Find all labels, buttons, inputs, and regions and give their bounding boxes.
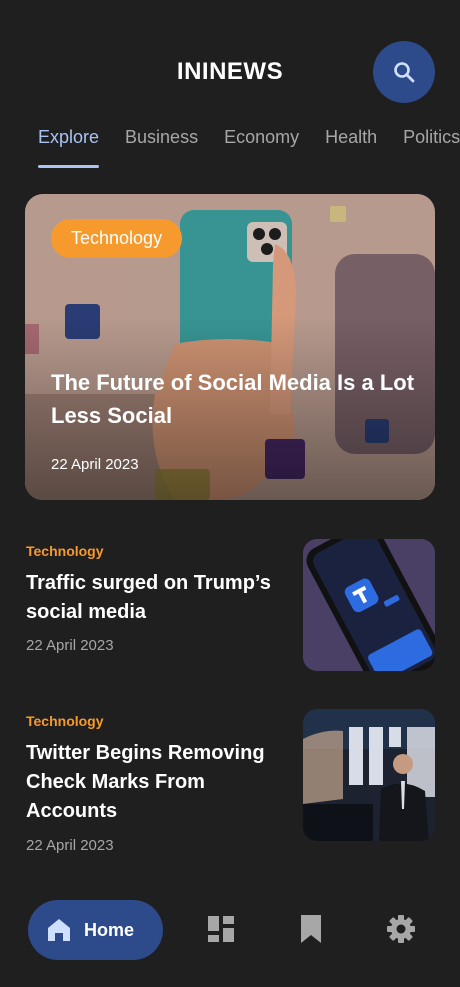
tab-explore[interactable]: Explore: [38, 126, 100, 168]
dashboard-icon: [208, 916, 234, 942]
featured-article-date: 22 April 2023: [51, 456, 139, 473]
list-item[interactable]: Technology Traffic surged on Trump’s soc…: [26, 539, 435, 671]
nav-dashboard-button[interactable]: [205, 913, 237, 945]
tab-economy[interactable]: Economy: [224, 126, 299, 168]
article-title: Traffic surged on Trump’s social media: [26, 572, 271, 623]
article-category: Technology: [26, 543, 104, 559]
article-date: 22 April 2023: [26, 637, 114, 654]
tab-business[interactable]: Business: [125, 126, 198, 168]
tab-health[interactable]: Health: [325, 126, 377, 168]
category-tabs: Explore Business Economy Health Politics: [38, 126, 460, 170]
nav-bookmark-button[interactable]: [295, 913, 327, 945]
app-header: ININEWS: [0, 40, 460, 104]
nav-settings-button[interactable]: [385, 913, 417, 945]
article-category: Technology: [26, 713, 104, 729]
search-icon: [394, 62, 415, 83]
article-title: Twitter Begins Removing Check Marks From…: [26, 742, 265, 822]
featured-article-card[interactable]: Technology The Future of Social Media Is…: [25, 194, 435, 500]
list-item[interactable]: Technology Twitter Begins Removing Check…: [26, 709, 435, 854]
nav-home-label: Home: [84, 919, 135, 940]
article-thumbnail: [303, 709, 435, 841]
home-icon: [48, 919, 70, 941]
featured-category-badge[interactable]: Technology: [51, 219, 183, 258]
search-button[interactable]: [373, 41, 435, 103]
featured-article-title: The Future of Social Media Is a Lot Less…: [51, 370, 415, 428]
nav-home-button[interactable]: Home: [28, 900, 163, 960]
settings-icon: [387, 915, 415, 943]
tab-politics[interactable]: Politics: [403, 126, 460, 168]
article-thumbnail: [303, 539, 435, 671]
bottom-navigation: Home: [0, 898, 460, 962]
bookmark-icon: [301, 915, 321, 943]
article-date: 22 April 2023: [26, 837, 114, 854]
